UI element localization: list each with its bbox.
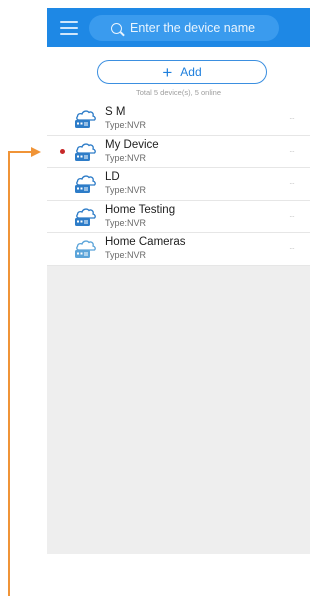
add-button-label: Add — [180, 65, 202, 79]
menu-icon[interactable] — [60, 20, 78, 35]
device-name: S M — [105, 106, 126, 118]
nvr-cloud-icon — [75, 207, 96, 226]
device-name: Home Testing — [105, 203, 176, 216]
device-name: My Device — [105, 138, 159, 151]
search-placeholder: Enter the device name — [130, 21, 256, 35]
search-icon — [111, 22, 122, 34]
device-row[interactable]: S M Type:NVR ··· — [47, 103, 310, 136]
device-type: Type:NVR — [105, 120, 147, 130]
more-options-icon[interactable]: ··· — [289, 244, 295, 253]
add-toolbar: + Add Total 5 device(s), 5 online — [47, 47, 310, 103]
device-name: Home Cameras — [105, 236, 186, 248]
device-list-screen: Enter the device name + Add Total 5 devi… — [47, 8, 310, 554]
device-type: Type:NVR — [105, 152, 147, 163]
more-options-icon[interactable]: ··· — [289, 114, 295, 123]
device-row[interactable]: LD Type:NVR ··· — [47, 168, 310, 201]
add-device-button[interactable]: + Add — [97, 60, 267, 84]
device-row[interactable]: My Device Type:NVR ··· — [47, 135, 310, 168]
nvr-cloud-icon — [75, 240, 96, 258]
device-count-summary: Total 5 device(s), 5 online — [135, 88, 222, 97]
annotation-arrow-line — [8, 151, 10, 596]
alert-dot — [60, 148, 65, 154]
nvr-cloud-icon — [75, 110, 96, 128]
device-name: LD — [105, 171, 120, 183]
top-bar: Enter the device name — [47, 8, 310, 47]
nvr-cloud-icon — [75, 175, 96, 193]
device-type: Type:NVR — [105, 217, 147, 228]
search-input[interactable]: Enter the device name — [89, 15, 279, 41]
nvr-cloud-icon — [75, 142, 96, 161]
device-row[interactable]: Home Cameras Type:NVR ··· — [47, 233, 310, 266]
more-options-icon[interactable]: ··· — [289, 179, 295, 188]
device-type: Type:NVR — [105, 185, 147, 195]
plus-icon: + — [162, 62, 173, 82]
device-row[interactable]: Home Testing Type:NVR ··· — [47, 200, 310, 233]
annotation-arrow-line — [8, 151, 32, 153]
more-options-icon[interactable]: ··· — [289, 147, 295, 156]
annotation-arrow-head — [31, 147, 41, 157]
more-options-icon[interactable]: ··· — [289, 212, 295, 221]
device-type: Type:NVR — [105, 250, 147, 260]
device-list: S M Type:NVR ··· My Device Type:NVR ··· LD Ty… — [47, 103, 310, 266]
